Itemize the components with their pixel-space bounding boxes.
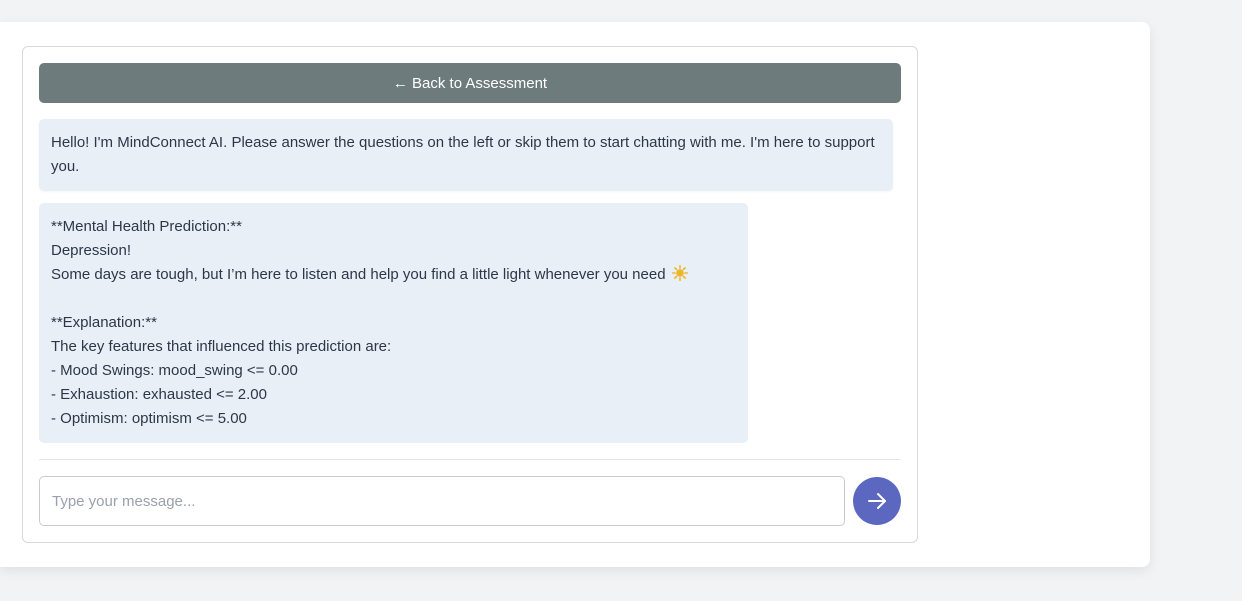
message-list: Hello! I'm MindConnect AI. Please answer… [39,119,901,443]
message-line: - Mood Swings: mood_swing <= 0.00 [51,362,298,379]
back-to-assessment-button[interactable]: ← Back to Assessment [39,63,901,103]
message-line: The key features that influenced this pr… [51,338,392,355]
send-button[interactable] [853,477,901,525]
message-line: - Exhaustion: exhausted <= 2.00 [51,386,267,403]
bot-message-greeting: Hello! I'm MindConnect AI. Please answer… [39,119,893,191]
message-line: Some days are tough, but I’m here to lis… [51,263,736,287]
message-line: **Explanation:** [51,314,157,331]
message-line [51,287,736,311]
message-line-text: Some days are tough, but I’m here to lis… [51,266,666,283]
message-line: **Mental Health Prediction:** [51,218,242,235]
message-line: - Optimism: optimism <= 5.00 [51,410,247,427]
main-card: ← Back to Assessment Hello! I'm MindConn… [0,22,1150,567]
message-line: Depression! [51,242,132,259]
arrow-right-icon [866,490,888,512]
sun-icon [671,265,688,281]
input-divider [39,459,901,460]
chat-panel: ← Back to Assessment Hello! I'm MindConn… [22,46,918,543]
bot-message-prediction: **Mental Health Prediction:** Depression… [39,203,748,443]
message-input[interactable] [39,476,845,526]
